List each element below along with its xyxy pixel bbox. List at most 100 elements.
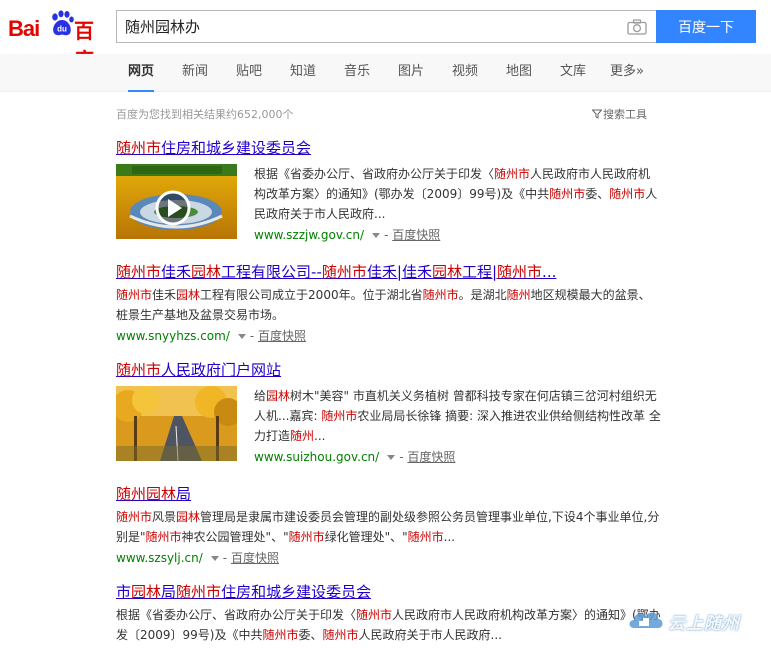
- search-button[interactable]: 百度一下: [656, 10, 756, 43]
- highlight-keyword: 园林: [191, 263, 222, 281]
- result-abstract: 根据《省委办公厅、省政府办公厅关于印发〈随州市人民政府市人民政府机构改革方案〉的…: [254, 167, 658, 221]
- highlight-keyword: 随州市: [116, 288, 153, 302]
- camera-icon[interactable]: [627, 19, 647, 35]
- result-count: 百度为您找到相关结果约652,000个: [116, 108, 294, 121]
- url-separator: -: [222, 551, 228, 565]
- highlight-keyword: 随州市: [116, 263, 162, 281]
- result-title-link[interactable]: 随州园林局: [116, 484, 661, 504]
- result-url-line: www.szsylj.cn/ - 百度快照: [116, 548, 661, 568]
- cache-link[interactable]: 百度快照: [231, 551, 279, 565]
- tab-news[interactable]: 新闻: [182, 54, 208, 92]
- highlight-keyword: 随州市: [549, 187, 586, 201]
- highlight-keyword: 园林: [176, 510, 201, 524]
- result-url-line: www.snyyhzs.com/ - 百度快照: [116, 326, 661, 346]
- result-title-link[interactable]: 随州市人民政府门户网站: [116, 360, 661, 380]
- highlight-keyword: 园林: [266, 389, 291, 403]
- result-item: 市园林局随州市住房和城乡建设委员会 根据《省委办公厅、省政府办公厅关于印发〈随州…: [116, 582, 661, 645]
- tab-music[interactable]: 音乐: [344, 54, 370, 92]
- cloud-logo-icon: [629, 612, 663, 628]
- url-separator: -: [384, 228, 389, 242]
- cache-link[interactable]: 百度快照: [258, 329, 306, 343]
- result-abstract: 给园林树木"美容" 市直机关义务植树 曾都科技专家在何店镇三岔河村组织无人机..…: [254, 389, 661, 443]
- filter-icon: [592, 109, 602, 119]
- highlight-keyword: 园林: [131, 583, 162, 601]
- result-body: 给园林树木"美容" 市直机关义务植树 曾都科技专家在何店镇三岔河村组织无人机..…: [116, 386, 661, 467]
- highlight-keyword: 随州: [116, 485, 147, 503]
- result-url-line: www.szzjw.gov.cn/ - 百度快照: [254, 225, 661, 245]
- result-thumbnail-video[interactable]: [116, 164, 237, 239]
- url-separator: -: [249, 329, 255, 343]
- result-text: 根据《省委办公厅、省政府办公厅关于印发〈随州市人民政府市人民政府机构改革方案〉的…: [254, 164, 661, 245]
- baidu-logo[interactable]: Bai du 百度: [8, 8, 108, 72]
- result-body: 根据《省委办公厅、省政府办公厅关于印发〈随州市人民政府市人民政府机构改革方案〉的…: [116, 164, 661, 245]
- tree-road-thumbnail-image: [116, 386, 237, 461]
- highlight-keyword: 园林: [146, 485, 177, 503]
- result-abstract: 根据《省委办公厅、省政府办公厅关于印发〈随州市人民政府市人民政府机构改革方案〉的…: [116, 608, 661, 642]
- tab-zhidao[interactable]: 知道: [290, 54, 316, 92]
- highlight-keyword: 随州市: [262, 628, 299, 642]
- result-url[interactable]: www.szzjw.gov.cn/: [254, 228, 364, 242]
- result-body: 随州市佳禾园林工程有限公司成立于2000年。位于湖北省随州市。是湖北随州地区规模…: [116, 285, 661, 346]
- header: Bai du 百度 百度一下: [0, 0, 771, 72]
- stadium-thumbnail-image: [116, 164, 237, 239]
- highlight-keyword: 随州市: [356, 608, 393, 622]
- highlight-keyword: 随州市: [288, 530, 325, 544]
- highlight-keyword: 随州市: [422, 288, 459, 302]
- highlight-keyword: 随州市: [609, 187, 646, 201]
- result-url[interactable]: www.suizhou.gov.cn/: [254, 450, 379, 464]
- cache-link[interactable]: 百度快照: [392, 228, 440, 242]
- highlight-keyword: 随州市: [497, 263, 543, 281]
- search-input[interactable]: [117, 11, 617, 42]
- highlight-keyword: 随州市: [321, 263, 367, 281]
- search-tools-button[interactable]: 搜索工具: [592, 106, 647, 122]
- result-url[interactable]: www.szsylj.cn/: [116, 551, 203, 565]
- highlight-keyword: 随州市: [322, 628, 359, 642]
- logo-bai-text: Bai: [8, 16, 40, 41]
- result-title-link[interactable]: 随州市佳禾园林工程有限公司--随州市佳禾|佳禾园林工程|随州市...: [116, 262, 661, 282]
- highlight-keyword: 随州市: [494, 167, 531, 181]
- result-abstract: 随州市风景园林管理局是隶属市建设委员会管理的副处级参照公务员管理事业单位,下设4…: [116, 510, 660, 544]
- watermark: 云上随州: [626, 606, 764, 634]
- url-dropdown-icon[interactable]: [210, 556, 219, 561]
- tab-tieba[interactable]: 贴吧: [236, 54, 262, 92]
- highlight-keyword: 随州市: [116, 361, 162, 379]
- result-url[interactable]: www.snyyhzs.com/: [116, 329, 230, 343]
- result-text: 给园林树木"美容" 市直机关义务植树 曾都科技专家在何店镇三岔河村组织无人机..…: [254, 386, 661, 467]
- result-item: 随州市人民政府门户网站 给园林树木"美容" 市直机关义务植树 曾都科技专家在何店…: [116, 360, 661, 467]
- result-title-link[interactable]: 市园林局随州市住房和城乡建设委员会: [116, 582, 661, 602]
- search-box: [116, 10, 656, 43]
- tab-video[interactable]: 视频: [452, 54, 478, 92]
- url-separator: -: [399, 450, 404, 464]
- result-url-line: www.suizhou.gov.cn/ - 百度快照: [254, 447, 661, 467]
- highlight-keyword: 随州市: [116, 510, 153, 524]
- cache-link[interactable]: 百度快照: [407, 450, 455, 464]
- search-tools-label: 搜索工具: [603, 108, 647, 121]
- svg-text:du: du: [57, 25, 67, 34]
- highlight-keyword: 随州市: [176, 583, 222, 601]
- highlight-keyword: 随州市: [407, 530, 444, 544]
- result-abstract: 随州市佳禾园林工程有限公司成立于2000年。位于湖北省随州市。是湖北随州地区规模…: [116, 288, 651, 322]
- search-tabs: 网页 新闻 贴吧 知道 音乐 图片 视频 地图 文库 更多»: [0, 54, 771, 92]
- highlight-keyword: 随州市: [116, 139, 162, 157]
- result-item: 随州园林局 随州市风景园林管理局是隶属市建设委员会管理的副处级参照公务员管理事业…: [116, 484, 661, 568]
- highlight-keyword: 园林: [431, 263, 462, 281]
- tab-map[interactable]: 地图: [506, 54, 532, 92]
- watermark-text: 云上随州: [668, 614, 740, 634]
- highlight-keyword: 随州市: [145, 530, 182, 544]
- result-thumbnail[interactable]: [116, 386, 237, 461]
- highlight-keyword: 随州: [506, 288, 531, 302]
- paw-logo-icon: du: [52, 10, 74, 36]
- url-dropdown-icon[interactable]: [387, 455, 396, 460]
- result-body: 根据《省委办公厅、省政府办公厅关于印发〈随州市人民政府市人民政府机构改革方案〉的…: [116, 605, 661, 645]
- highlight-keyword: 随州市: [321, 409, 358, 423]
- highlight-keyword: 园林: [176, 288, 201, 302]
- url-dropdown-icon[interactable]: [372, 233, 381, 238]
- tab-wenku[interactable]: 文库: [560, 54, 586, 92]
- result-item: 随州市佳禾园林工程有限公司--随州市佳禾|佳禾园林工程|随州市... 随州市佳禾…: [116, 262, 661, 346]
- tab-web[interactable]: 网页: [128, 54, 155, 92]
- tab-more[interactable]: 更多»: [610, 54, 644, 92]
- result-title-link[interactable]: 随州市住房和城乡建设委员会: [116, 138, 661, 158]
- tab-images[interactable]: 图片: [398, 54, 424, 92]
- result-body: 随州市风景园林管理局是隶属市建设委员会管理的副处级参照公务员管理事业单位,下设4…: [116, 507, 661, 568]
- url-dropdown-icon[interactable]: [237, 334, 246, 339]
